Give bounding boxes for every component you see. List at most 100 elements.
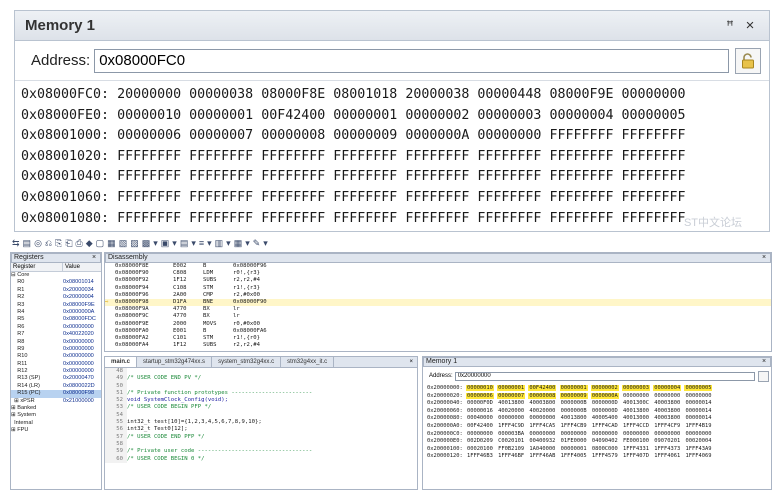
register-row[interactable]: R14 (LR) 0x0800022D [11, 383, 101, 390]
memory-word[interactable]: 20000000 [117, 87, 181, 102]
toolbar-button-icon[interactable]: ⎘ [55, 237, 62, 249]
memory-word[interactable]: FFFFFFFF [477, 169, 541, 184]
memory-word[interactable]: FFFFFFFF [622, 149, 686, 164]
memory-word[interactable]: 00000006 [465, 392, 494, 399]
memory-word[interactable]: 0000000D [591, 408, 619, 414]
memory-word[interactable]: 00000014 [684, 415, 712, 421]
toolbar-button-icon[interactable]: ⎗ [65, 237, 72, 249]
toolbar-button-icon[interactable]: ✎ [253, 237, 261, 249]
toolbar-button-icon[interactable]: ▢ [96, 237, 105, 249]
memory-word[interactable]: FFFFFFFF [622, 169, 686, 184]
memory-word[interactable]: 40013000 [622, 415, 650, 421]
toolbar-button-icon[interactable]: ▧ [119, 237, 128, 249]
editor-tab[interactable]: stm32g4xx_it.c [281, 357, 335, 367]
close-icon[interactable]: × [758, 254, 770, 262]
disassembly-line[interactable]: 0x08000F9A 4770 BX lr [105, 306, 771, 313]
memory-word[interactable]: FFFFFFFF [261, 149, 325, 164]
memory-word[interactable]: FE000100 [622, 438, 650, 444]
memory-word[interactable]: 00000016 [466, 408, 494, 414]
register-row[interactable]: R6 0x00000000 [11, 324, 101, 331]
disassembly-line[interactable]: 0x08000FA0 E001 B 0x08000FA6 [105, 328, 771, 335]
close-icon[interactable]: × [405, 357, 417, 367]
memory-word[interactable]: FFFFFFFF [622, 211, 686, 226]
memory-word[interactable]: FFFFFFFF [261, 190, 325, 205]
toolbar-button-icon[interactable]: ⎌ [45, 237, 52, 249]
memory-word[interactable]: 1FFF4005 [560, 453, 588, 459]
register-row[interactable]: R10 0x00000000 [11, 353, 101, 360]
memory-word[interactable]: 00000004 [653, 385, 682, 391]
disassembly-line[interactable]: 0x08000F9C 4770 BX lr [105, 313, 771, 320]
memory-word[interactable]: 4001300C [622, 400, 650, 406]
memory-word[interactable]: 1FFF4373 [653, 446, 681, 452]
memory-word[interactable]: 00000014 [684, 400, 712, 406]
memory-word[interactable]: 00020004 [684, 438, 712, 444]
register-row[interactable]: ⊟ Core [11, 272, 101, 279]
memory-word[interactable]: 00000000 [653, 393, 681, 399]
memory-word[interactable]: 00000000 [684, 431, 712, 437]
register-row[interactable]: R4 0x0000000A [11, 309, 101, 316]
toolbar-button-icon[interactable]: ▥ [215, 237, 224, 249]
memory-word[interactable]: 00000000 [528, 415, 556, 421]
memory-word[interactable]: FF0B2109 [497, 446, 525, 452]
memory-word[interactable]: 00000001 [333, 108, 397, 123]
memory-word[interactable]: 00000005 [684, 385, 713, 391]
register-row[interactable]: R13 (SP) 0x20000470 [11, 375, 101, 382]
memory-word[interactable]: 0000000A [590, 392, 619, 399]
memory-word[interactable]: 0800C000 [591, 446, 619, 452]
disassembly-line[interactable]: 0x08000F92 1F12 SUBS r2,r2,#4 [105, 277, 771, 284]
memory-word[interactable]: 00000008 [528, 392, 557, 399]
memory-word[interactable]: 000003BA [497, 431, 525, 437]
memory-word[interactable]: 1FFF46BF [497, 453, 525, 459]
toolbar-button-icon[interactable]: ▩ [142, 237, 151, 249]
register-row[interactable]: R5 0x08000FDC [11, 316, 101, 323]
register-row[interactable]: R7 0x40022020 [11, 331, 101, 338]
memory-word[interactable]: 00000003 [477, 108, 541, 123]
memory-word[interactable]: FFFFFFFF [261, 211, 325, 226]
memory-word[interactable]: 00000005 [622, 108, 686, 123]
register-row[interactable]: R2 0x20000004 [11, 294, 101, 301]
memory-word[interactable]: 00400932 [528, 438, 556, 444]
memory-word[interactable]: FFFFFFFF [477, 211, 541, 226]
memory-word[interactable]: 00F42400 [466, 423, 494, 429]
toolbar-button-icon[interactable]: ▾ [245, 237, 250, 249]
toolbar-button-icon[interactable]: ▾ [191, 237, 196, 249]
register-row[interactable]: R11 0x00000000 [11, 361, 101, 368]
memory-word[interactable]: 00000000 [622, 87, 686, 102]
memory-word[interactable]: 00000448 [477, 87, 541, 102]
memory-small-address-input[interactable] [454, 371, 755, 381]
memory-word[interactable]: 40003800 [653, 400, 681, 406]
memory-word[interactable]: 20000038 [405, 87, 469, 102]
memory-word[interactable]: 00000007 [497, 392, 526, 399]
register-row[interactable]: Internal [11, 420, 101, 427]
register-row[interactable]: R8 0x00000000 [11, 339, 101, 346]
toolbar-button-icon[interactable]: ▾ [172, 237, 177, 249]
memory-word[interactable]: 00000000 [528, 431, 556, 437]
register-row[interactable]: ⊞ System [11, 412, 101, 419]
memory-word[interactable]: 00000000 [684, 393, 712, 399]
memory-word[interactable]: 40013800 [497, 400, 525, 406]
memory-word[interactable]: 00000010 [465, 385, 494, 391]
editor-tab[interactable]: system_stm32g4xx.c [212, 357, 282, 367]
memory-word[interactable]: 00F42400 [528, 385, 557, 391]
register-row[interactable]: ⊞ Banked [11, 405, 101, 412]
memory-word[interactable]: FFFFFFFF [189, 149, 253, 164]
toolbar-button-icon[interactable]: ⇆ [12, 237, 20, 249]
memory-word[interactable]: FFFFFFFF [549, 211, 613, 226]
memory-word[interactable]: FFFFFFFF [405, 190, 469, 205]
disassembly-line[interactable]: 0x08000F96 2A00 CMP r2,#0x00 [105, 292, 771, 299]
memory-word[interactable]: FFFFFFFF [549, 149, 613, 164]
memory-word[interactable]: FFFFFFFF [261, 169, 325, 184]
memory-word[interactable]: FFFFFFFF [333, 169, 397, 184]
disassembly-line[interactable]: 0x08000F9E 2000 MOVS r0,#0x00 [105, 321, 771, 328]
memory-word[interactable]: FFFFFFFF [117, 211, 181, 226]
memory-word[interactable]: 00000008 [261, 128, 325, 143]
memory-word[interactable]: 00000001 [497, 385, 526, 391]
memory-word[interactable]: 1FFF4061 [653, 453, 681, 459]
memory-word[interactable]: FFFFFFFF [189, 211, 253, 226]
lock-icon[interactable] [758, 370, 769, 382]
memory-word[interactable]: 40003800 [653, 408, 681, 414]
memory-word[interactable]: FFFFFFFF [117, 149, 181, 164]
memory-word[interactable]: 00000000 [622, 393, 650, 399]
register-row[interactable]: R0 0x08001014 [11, 279, 101, 286]
memory-word[interactable]: 00000006 [117, 128, 181, 143]
